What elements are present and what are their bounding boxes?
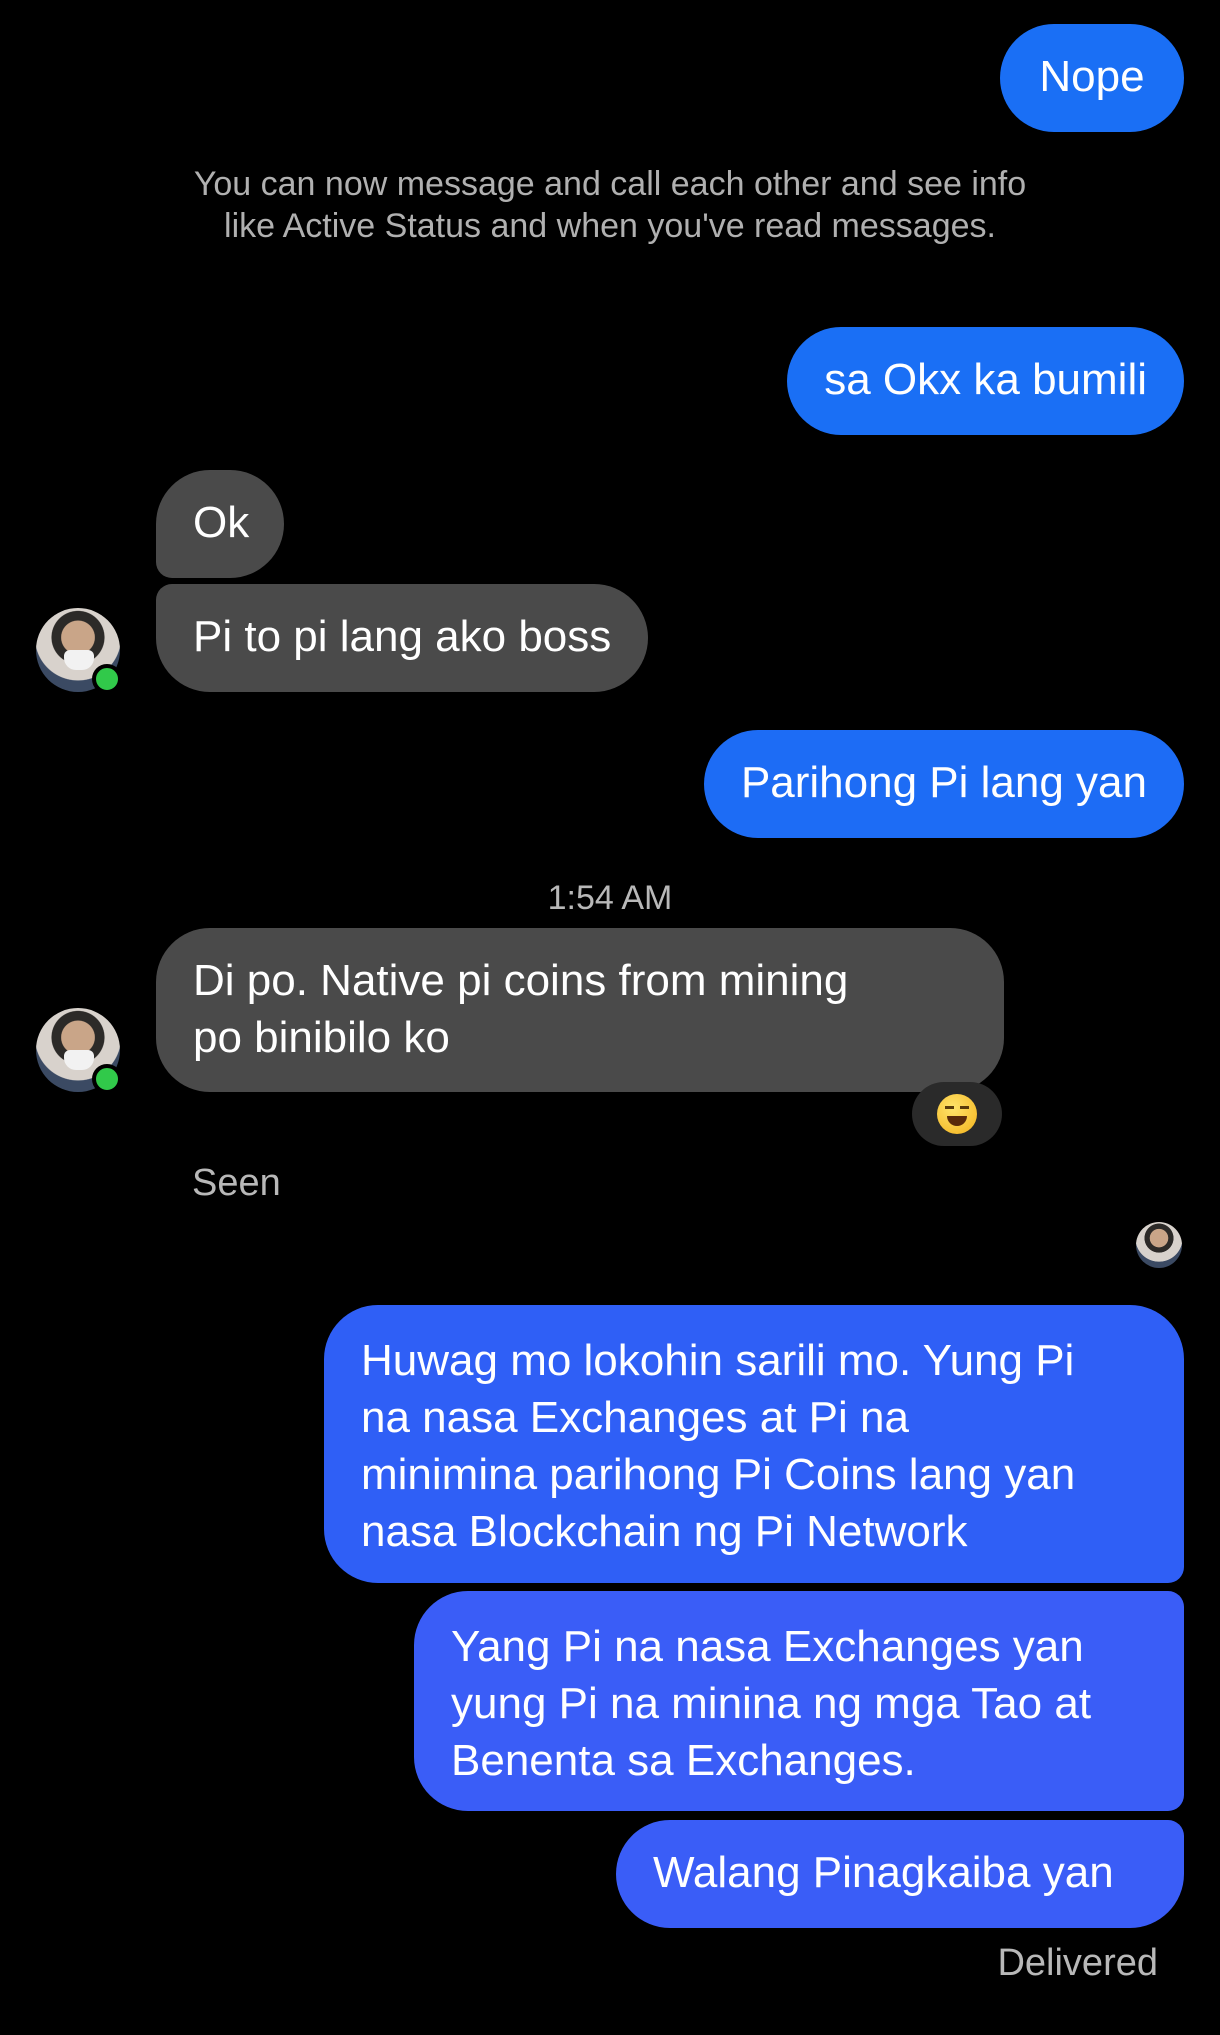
message-text-line: Yang Pi na nasa Exchanges yan: [451, 1622, 1084, 1671]
system-notice-text: You can now message and call each other …: [193, 165, 1027, 245]
online-status-icon: [92, 664, 122, 694]
outgoing-message[interactable]: Parihong Pi lang yan: [703, 730, 1184, 838]
message-text-line: Huwag mo lokohin sarili mo. Yung Pi: [361, 1336, 1075, 1385]
message-text: Walang Pinagkaiba yan: [653, 1848, 1114, 1897]
message-text-line: Benenta sa Exchanges.: [451, 1736, 916, 1785]
read-receipt-avatar: [1136, 1222, 1182, 1268]
outgoing-message[interactable]: Walang Pinagkaiba yan: [616, 1820, 1184, 1928]
online-status-icon: [92, 1064, 122, 1094]
emoji-mouth: [947, 1116, 967, 1126]
message-text-line: Di po. Native pi coins from mining: [193, 956, 849, 1005]
timestamp: 1:54 AM: [0, 877, 1220, 919]
contact-avatar[interactable]: [36, 608, 122, 694]
message-text-line: na nasa Exchanges at Pi na: [361, 1393, 909, 1442]
incoming-message[interactable]: Pi to pi lang ako boss: [156, 584, 649, 692]
mask-detail: [64, 1050, 94, 1070]
message-text: Pi to pi lang ako boss: [193, 612, 612, 661]
contact-avatar[interactable]: [36, 1008, 122, 1094]
system-notice: You can now message and call each other …: [0, 163, 1220, 247]
reaction-badge[interactable]: [912, 1082, 1002, 1146]
message-text-line: nasa Blockchain ng Pi Network: [361, 1507, 968, 1556]
seen-status: Seen: [192, 1160, 281, 1206]
incoming-message[interactable]: Di po. Native pi coins from mining po bi…: [156, 928, 1004, 1092]
incoming-message[interactable]: Ok: [156, 470, 284, 578]
message-text: Ok: [193, 498, 250, 547]
delivered-status-text: Delivered: [997, 1942, 1158, 1984]
timestamp-text: 1:54 AM: [547, 879, 673, 917]
message-text-line: minimina parihong Pi Coins lang yan: [361, 1450, 1076, 1499]
message-text: Parihong Pi lang yan: [740, 758, 1147, 807]
laughing-face-icon: [937, 1094, 977, 1134]
mask-detail: [64, 650, 94, 670]
outgoing-message[interactable]: Yang Pi na nasa Exchanges yan yung Pi na…: [414, 1591, 1184, 1811]
message-text: sa Okx ka bumili: [824, 355, 1147, 404]
seen-status-text: Seen: [192, 1162, 281, 1204]
message-text-line: yung Pi na minina ng mga Tao at: [451, 1679, 1092, 1728]
outgoing-message[interactable]: Huwag mo lokohin sarili mo. Yung Pi na n…: [324, 1305, 1184, 1583]
message-text: Nope: [1039, 52, 1145, 101]
outgoing-message[interactable]: Nope: [1000, 24, 1184, 132]
delivered-status: Delivered: [997, 1940, 1158, 1986]
outgoing-message[interactable]: sa Okx ka bumili: [787, 327, 1184, 435]
message-text-line: po binibilo ko: [193, 1013, 450, 1062]
